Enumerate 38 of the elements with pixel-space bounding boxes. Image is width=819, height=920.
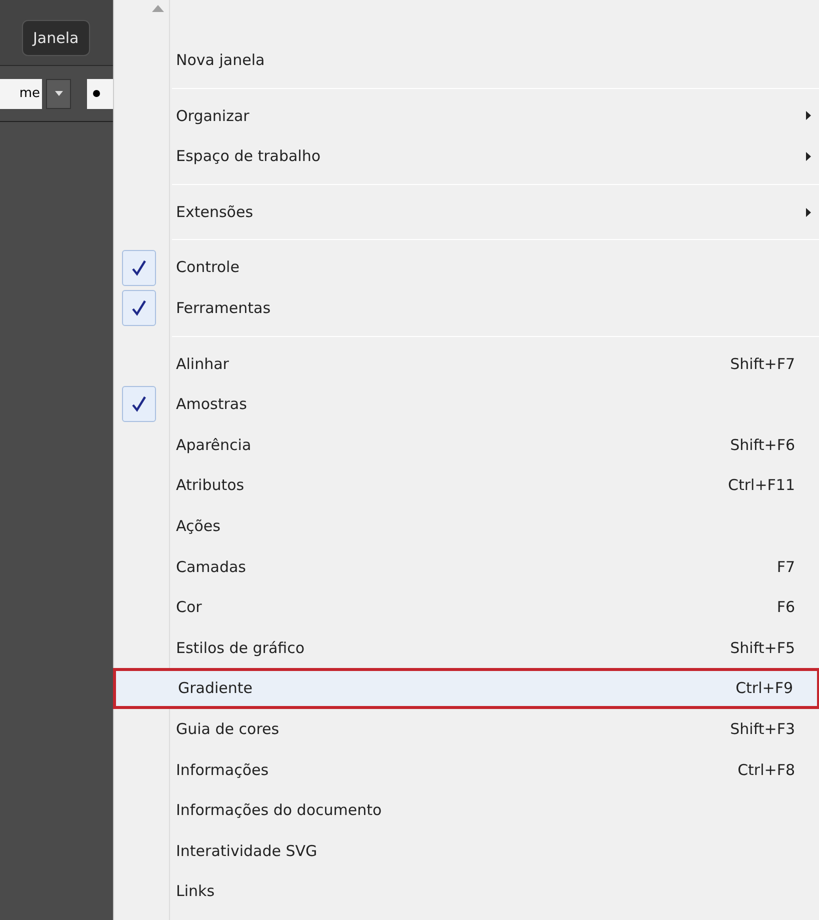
menu-item[interactable]: Ações — [114, 506, 819, 547]
menu-item[interactable]: Estilos de gráfico Shift+F5 — [114, 628, 819, 668]
menu-item[interactable]: Atributos Ctrl+F11 — [114, 465, 819, 506]
submenu-arrow-icon — [806, 111, 811, 120]
shortcut-label: F7 — [776, 556, 795, 578]
menu-item[interactable]: Informações do documento — [114, 790, 819, 831]
shortcut-label: Shift+F7 — [730, 354, 795, 375]
menu-item[interactable]: Interatividade SVG — [114, 830, 819, 872]
menu-item[interactable]: Aparência Shift+F6 — [114, 424, 819, 466]
dropdown-button[interactable] — [46, 78, 72, 108]
shortcut-label: Ctrl+F8 — [738, 760, 795, 781]
dot-icon — [93, 90, 100, 97]
submenu-arrow-icon — [806, 208, 811, 217]
menu-item[interactable]: Links — [114, 871, 819, 912]
menu-item[interactable]: Controle — [114, 247, 819, 288]
menu-item[interactable]: Nova janela — [114, 40, 819, 81]
menu-item[interactable]: Espaço de trabalho — [114, 136, 819, 177]
menu-item[interactable]: Informações Ctrl+F8 — [114, 750, 819, 790]
shortcut-label: Shift+F5 — [730, 638, 795, 659]
stroke-field[interactable] — [87, 78, 113, 108]
caret-icon — [54, 91, 63, 96]
shortcut-label: Shift+F6 — [730, 434, 795, 456]
menu-item[interactable]: Extensões — [114, 192, 819, 232]
menu-item[interactable]: Amostras — [114, 384, 819, 425]
menu-item[interactable]: Alinhar Shift+F7 — [114, 344, 819, 384]
input-field[interactable]: me — [0, 78, 42, 108]
menu-item[interactable]: Camadas F7 — [114, 546, 819, 588]
submenu-arrow-icon — [806, 152, 811, 161]
menu-item[interactable]: Organizar — [114, 96, 819, 136]
menu-item[interactable]: Gradiente Ctrl+F9 — [113, 668, 819, 709]
menu-item[interactable]: Guia de cores Shift+F3 — [114, 708, 819, 750]
menu-item[interactable]: Ferramentas — [114, 288, 819, 329]
shortcut-label: F6 — [776, 597, 795, 618]
menu-item[interactable]: Cor F6 — [114, 587, 819, 628]
menu-button[interactable]: Janela — [22, 20, 90, 56]
shortcut-label: Ctrl+F11 — [728, 475, 795, 496]
shortcut-label: Ctrl+F9 — [736, 678, 793, 700]
shortcut-label: Shift+F3 — [730, 718, 795, 740]
